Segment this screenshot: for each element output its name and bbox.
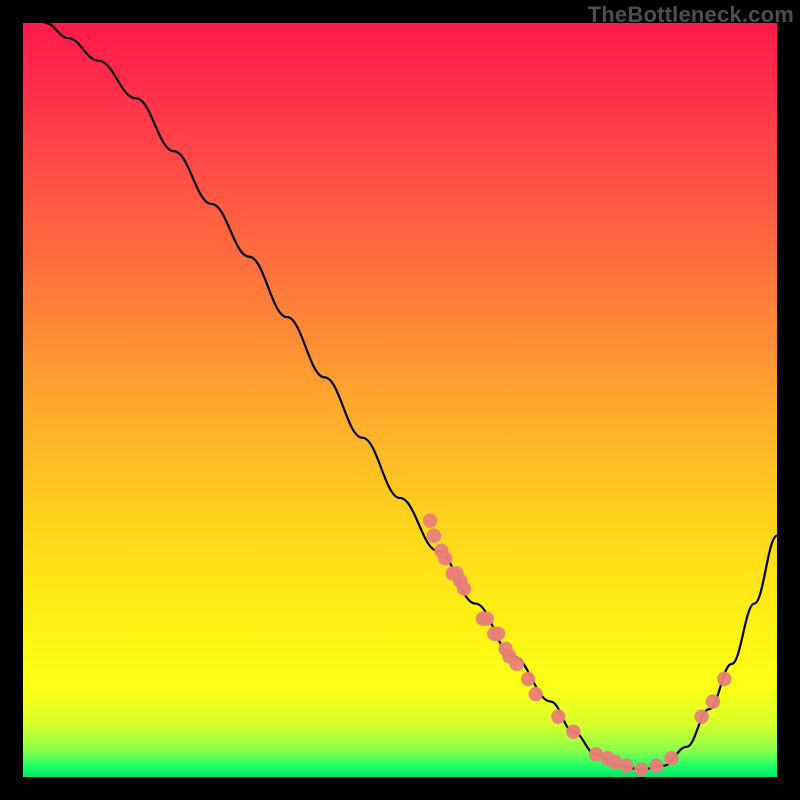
scatter-dot — [457, 581, 471, 595]
scatter-dot — [521, 672, 535, 686]
scatter-dot — [649, 758, 663, 772]
scatter-dot — [510, 657, 524, 671]
scatter-dot — [491, 627, 505, 641]
scatter-dot — [566, 725, 580, 739]
curve-layer — [23, 23, 777, 777]
scatter-dot — [476, 611, 490, 625]
scatter-dot — [717, 672, 731, 686]
scatter-dot — [551, 709, 565, 723]
scatter-dot — [600, 751, 614, 765]
scatter-dot — [634, 762, 648, 776]
scatter-dot — [619, 758, 633, 772]
scatter-dot — [449, 566, 463, 580]
scatter-dot — [664, 751, 678, 765]
scatter-points — [423, 513, 731, 776]
plot-area — [23, 23, 777, 777]
scatter-dot — [589, 747, 603, 761]
scatter-dot — [608, 755, 622, 769]
chart-stage: TheBottleneck.com — [0, 0, 800, 800]
scatter-dot — [529, 687, 543, 701]
scatter-dot — [434, 544, 448, 558]
scatter-dot — [487, 627, 501, 641]
scatter-dot — [706, 694, 720, 708]
scatter-dot — [438, 551, 452, 565]
scatter-dot — [453, 574, 467, 588]
scatter-dot — [480, 611, 494, 625]
scatter-dot — [502, 649, 516, 663]
bottleneck-curve — [46, 23, 777, 769]
scatter-dot — [498, 642, 512, 656]
scatter-dot — [446, 566, 460, 580]
scatter-dot — [423, 513, 437, 527]
scatter-dot — [427, 529, 441, 543]
scatter-dot — [694, 709, 708, 723]
